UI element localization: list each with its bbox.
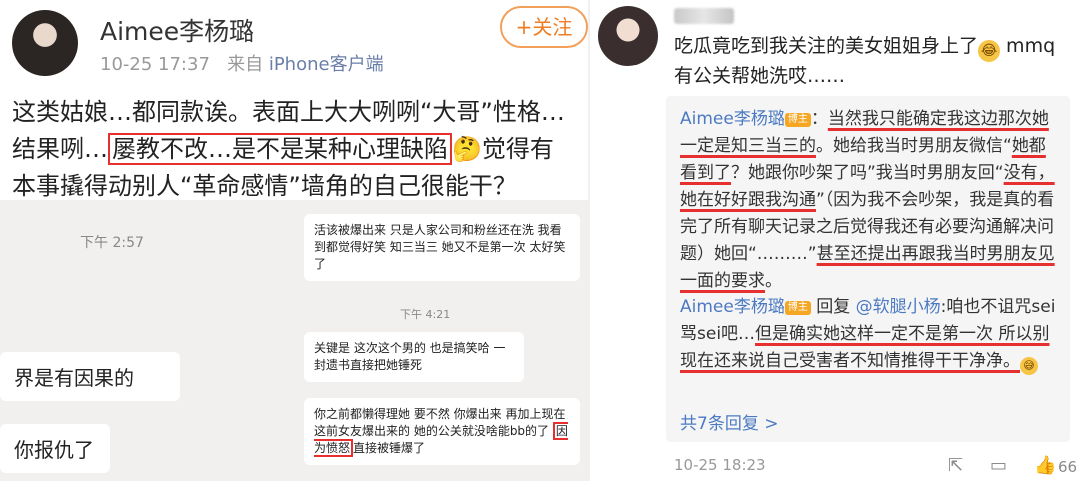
chat-bubble-left: 界是有因果的 (0, 352, 180, 401)
author-tag: 博主 (784, 113, 811, 127)
comment-icon[interactable]: ▭ (990, 455, 1007, 476)
like-icon[interactable]: 👍 (1034, 455, 1056, 476)
chat-time: 下午 2:57 (80, 235, 144, 251)
emoji-icon: 😂 (978, 40, 1001, 62)
reply-text: 。她给我当时男朋友微信“ (816, 136, 1012, 156)
reply-text: 回复 (816, 297, 851, 317)
comment-text-part: 吃瓜竟吃到我关注的美女姐姐身上了 (674, 35, 979, 57)
chat-bubble-right: 活该被爆出来 只是人家公司和粉丝还在洗 我看到都觉得好笑 知三当三 她又不是第一… (304, 214, 580, 281)
post-body: 这类姑娘…都同款诶。表面上大大咧咧“大哥”性格… 结果咧… 屡教不改…是不是某种心… (12, 94, 582, 205)
user-name[interactable]: Aimee李杨璐 (100, 12, 254, 48)
follow-button[interactable]: +关注 (500, 6, 588, 48)
reply-text: ： (810, 109, 828, 129)
source-prefix: 来自 (227, 54, 264, 75)
post-line: 这类姑娘…都同款诶。表面上大大咧咧“大哥”性格… (12, 98, 565, 126)
share-icon[interactable]: ⇱ (948, 455, 963, 476)
chat-text: 直接被锤爆了 (353, 441, 426, 455)
emoji-icon: 😅 (1020, 357, 1038, 375)
chat-bubble-left: 你报仇了 (0, 424, 110, 473)
post-text: 结果咧… (12, 135, 108, 163)
avatar[interactable] (12, 10, 78, 76)
reply-item: Aimee李杨璐 博主 回复 @软腿小杨:咱也不诅咒sei骂sei吧…但是确实她这… (680, 294, 1060, 375)
highlight-box: 屡教不改…是不是某种心理缺陷 (108, 133, 452, 165)
blurred-user-name (674, 8, 734, 24)
reply-text: ？她跟你吵架了吗”我当时男朋友回“ (731, 163, 1004, 183)
mention-link[interactable]: @软腿小杨 (856, 297, 941, 317)
reply-author[interactable]: Aimee李杨璐 (680, 297, 785, 317)
timestamp: 10-25 18:23 (674, 456, 766, 474)
post-line: 结果咧… 屡教不改…是不是某种心理缺陷 🤔觉得有 (12, 131, 582, 168)
underlined-text: 净。 (986, 351, 1020, 371)
avatar[interactable] (598, 6, 658, 66)
left-weibo-post: Aimee李杨璐 10-25 17:37 来自 iPhone客户端 +关注 这类… (0, 0, 590, 481)
reply-thread[interactable]: Aimee李杨璐 博主 ：当然我只能确定我这边那次她一定是知三当三的。她给我当时男朋… (666, 96, 1070, 442)
timestamp: 10-25 17:37 (100, 54, 210, 75)
chat-bubble-right: 关键是 这次这个男的 也是搞笑哈 一封遗书直接把她锤死 (304, 332, 524, 382)
chat-bubble-right: 你之前都懒得理她 要不然 你爆出来 再加上现在这前女友爆出来的 她的公关就没啥能… (304, 398, 580, 465)
more-replies-link[interactable]: 共7条回复 > (680, 409, 778, 434)
reply-item: Aimee李杨璐 博主 ：当然我只能确定我这边那次她一定是知三当三的。她给我当时男朋… (680, 106, 1060, 295)
author-tag: 博主 (784, 301, 811, 315)
chat-time: 下午 4:21 (400, 308, 451, 321)
chat-screenshot[interactable]: 下午 2:57 下午 4:21 界是有因果的 你报仇了 活该被爆出来 只是人家公… (0, 200, 590, 481)
reply-author[interactable]: Aimee李杨璐 (680, 109, 785, 129)
like-count: 66 (1058, 458, 1078, 476)
right-comment: 吃瓜竟吃到我关注的美女姐姐身上了 😂 mmq有公关帮她洗哎…… Aimee李杨璐博… (590, 0, 1080, 481)
reply-text: 。 (765, 271, 782, 291)
comment-text: 吃瓜竟吃到我关注的美女姐姐身上了 😂 mmq有公关帮她洗哎…… (674, 32, 1074, 90)
post-text: 🤔觉得有 (452, 135, 554, 163)
chat-text: 你之前都懒得理她 要不然 你爆出来 再加上现在这前女友爆出来的 她的公关就没啥能… (314, 407, 566, 438)
source-client[interactable]: iPhone客户端 (269, 54, 384, 75)
post-meta: 10-25 17:37 来自 iPhone客户端 (100, 50, 384, 76)
